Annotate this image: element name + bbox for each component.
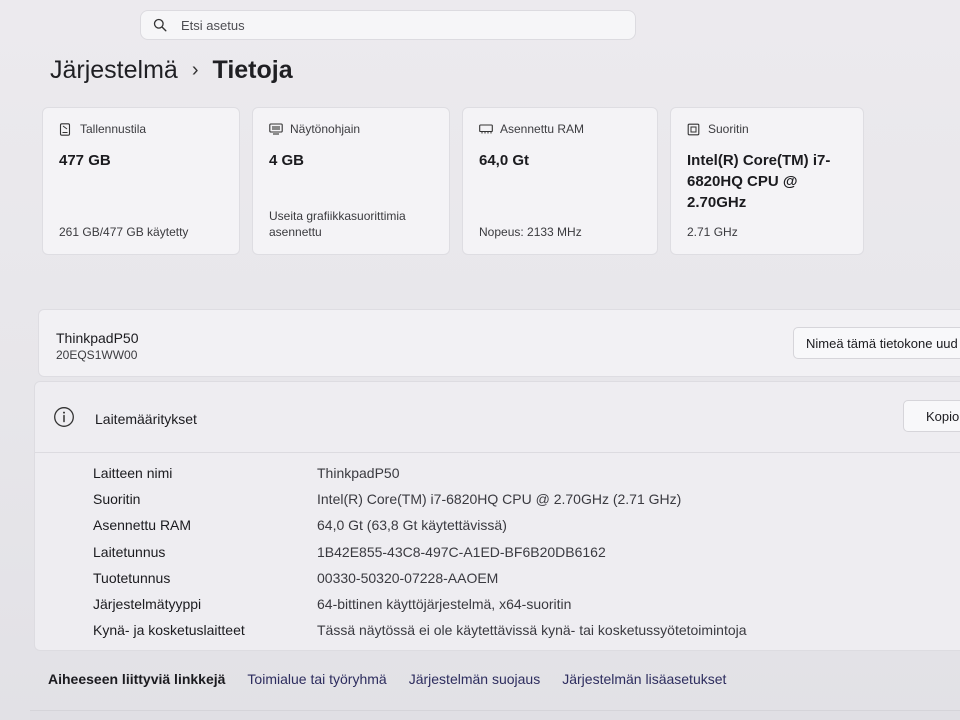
gpu-card[interactable]: Näytönohjain 4 GB Useita grafiikkasuorit… [252, 107, 450, 255]
spec-value: 64-bittinen käyttöjärjestelmä, x64-suori… [317, 596, 572, 613]
page-title: Tietoja [212, 56, 293, 84]
breadcrumb: Järjestelmä › Tietoja [50, 56, 293, 85]
spec-key: Laitetunnus [93, 543, 166, 560]
spec-value: ThinkpadP50 [317, 465, 400, 482]
device-model: 20EQS1WW00 [56, 348, 138, 362]
storage-value: 477 GB [59, 152, 111, 169]
system-protection-link[interactable]: Järjestelmän suojaus [409, 671, 541, 687]
storage-icon [59, 122, 73, 136]
settings-about-page: Järjestelmä › Tietoja Tallennustila 477 … [0, 0, 960, 720]
spec-key: Asennettu RAM [93, 517, 192, 534]
next-section-edge [30, 710, 960, 720]
spec-key: Laitteen nimi [93, 465, 173, 482]
ram-speed: Nopeus: 2133 MHz [479, 225, 582, 239]
spec-key: Järjestelmätyyppi [93, 596, 202, 613]
device-name: ThinkpadP50 [56, 330, 139, 346]
device-name-panel: ThinkpadP50 20EQS1WW00 Nimeä tämä tietok… [38, 309, 960, 377]
spec-row-device-name: Laitteen nimi ThinkpadP50 [93, 460, 747, 486]
spec-row-ram: Asennettu RAM 64,0 Gt (63,8 Gt käytettäv… [93, 512, 747, 538]
cpu-speed: 2.71 GHz [687, 225, 738, 239]
spec-list: Laitteen nimi ThinkpadP50 Suoritin Intel… [93, 460, 747, 643]
search-input[interactable] [179, 16, 603, 34]
breadcrumb-parent[interactable]: Järjestelmä [50, 56, 178, 85]
storage-card[interactable]: Tallennustila 477 GB 261 GB/477 GB käyte… [42, 107, 240, 255]
spec-key: Tuotetunnus [93, 569, 171, 586]
chevron-right-icon: › [191, 59, 199, 81]
search-box[interactable] [140, 10, 636, 40]
spec-row-device-id: Laitetunnus 1B42E855-43C8-497C-A1ED-BF6B… [93, 539, 747, 565]
spec-row-processor: Suoritin Intel(R) Core(TM) i7-6820HQ CPU… [93, 486, 747, 512]
spec-key: Kynä- ja kosketuslaitteet [93, 622, 245, 639]
spec-header[interactable]: Laitemääritykset Kopio [35, 382, 960, 453]
ram-icon [479, 122, 493, 136]
spec-row-product-id: Tuotetunnus 00330-50320-07228-AAOEM [93, 565, 747, 591]
ram-value: 64,0 Gt [479, 152, 530, 169]
copy-button[interactable]: Kopio [903, 400, 960, 432]
cpu-card[interactable]: Suoritin Intel(R) Core(TM) i7-6820HQ CPU… [670, 107, 864, 255]
gpu-title: Näytönohjain [290, 122, 361, 136]
gpu-icon [269, 122, 283, 136]
gpu-info: Useita grafiikkasuorittimia asennettu [269, 209, 406, 239]
gpu-value: 4 GB [269, 152, 305, 169]
related-links-label: Aiheeseen liittyviä linkkejä [48, 671, 226, 687]
spec-title: Laitemääritykset [95, 411, 197, 427]
ram-title: Asennettu RAM [500, 122, 585, 136]
domain-workgroup-link[interactable]: Toimialue tai työryhmä [247, 671, 386, 687]
spec-value: 1B42E855-43C8-497C-A1ED-BF6B20DB6162 [317, 543, 606, 560]
advanced-system-settings-link[interactable]: Järjestelmän lisäasetukset [562, 671, 726, 687]
search-icon [153, 17, 169, 33]
spec-value: Tässä näytössä ei ole käytettävissä kynä… [317, 622, 747, 639]
cpu-value: Intel(R) Core(TM) i7-6820HQ CPU @ 2.70GH… [687, 152, 831, 211]
cpu-title: Suoritin [708, 122, 749, 136]
cpu-icon [687, 122, 701, 136]
spec-value: 64,0 Gt (63,8 Gt käytettävissä) [317, 517, 507, 534]
rename-pc-button[interactable]: Nimeä tämä tietokone uud [793, 327, 960, 359]
related-links: Aiheeseen liittyviä linkkejä Toimialue t… [48, 671, 748, 687]
spec-row-system-type: Järjestelmätyyppi 64-bittinen käyttöjärj… [93, 591, 747, 617]
storage-title: Tallennustila [80, 122, 147, 136]
device-specifications: Laitemääritykset Kopio Laitteen nimi Thi… [34, 381, 960, 651]
spec-row-pen-touch: Kynä- ja kosketuslaitteet Tässä näytössä… [93, 617, 747, 643]
spec-key: Suoritin [93, 491, 141, 508]
storage-usage: 261 GB/477 GB käytetty [59, 225, 189, 239]
spec-value: Intel(R) Core(TM) i7-6820HQ CPU @ 2.70GH… [317, 491, 682, 508]
spec-value: 00330-50320-07228-AAOEM [317, 569, 499, 586]
info-icon [53, 406, 75, 428]
ram-card[interactable]: Asennettu RAM 64,0 Gt Nopeus: 2133 MHz [462, 107, 658, 255]
